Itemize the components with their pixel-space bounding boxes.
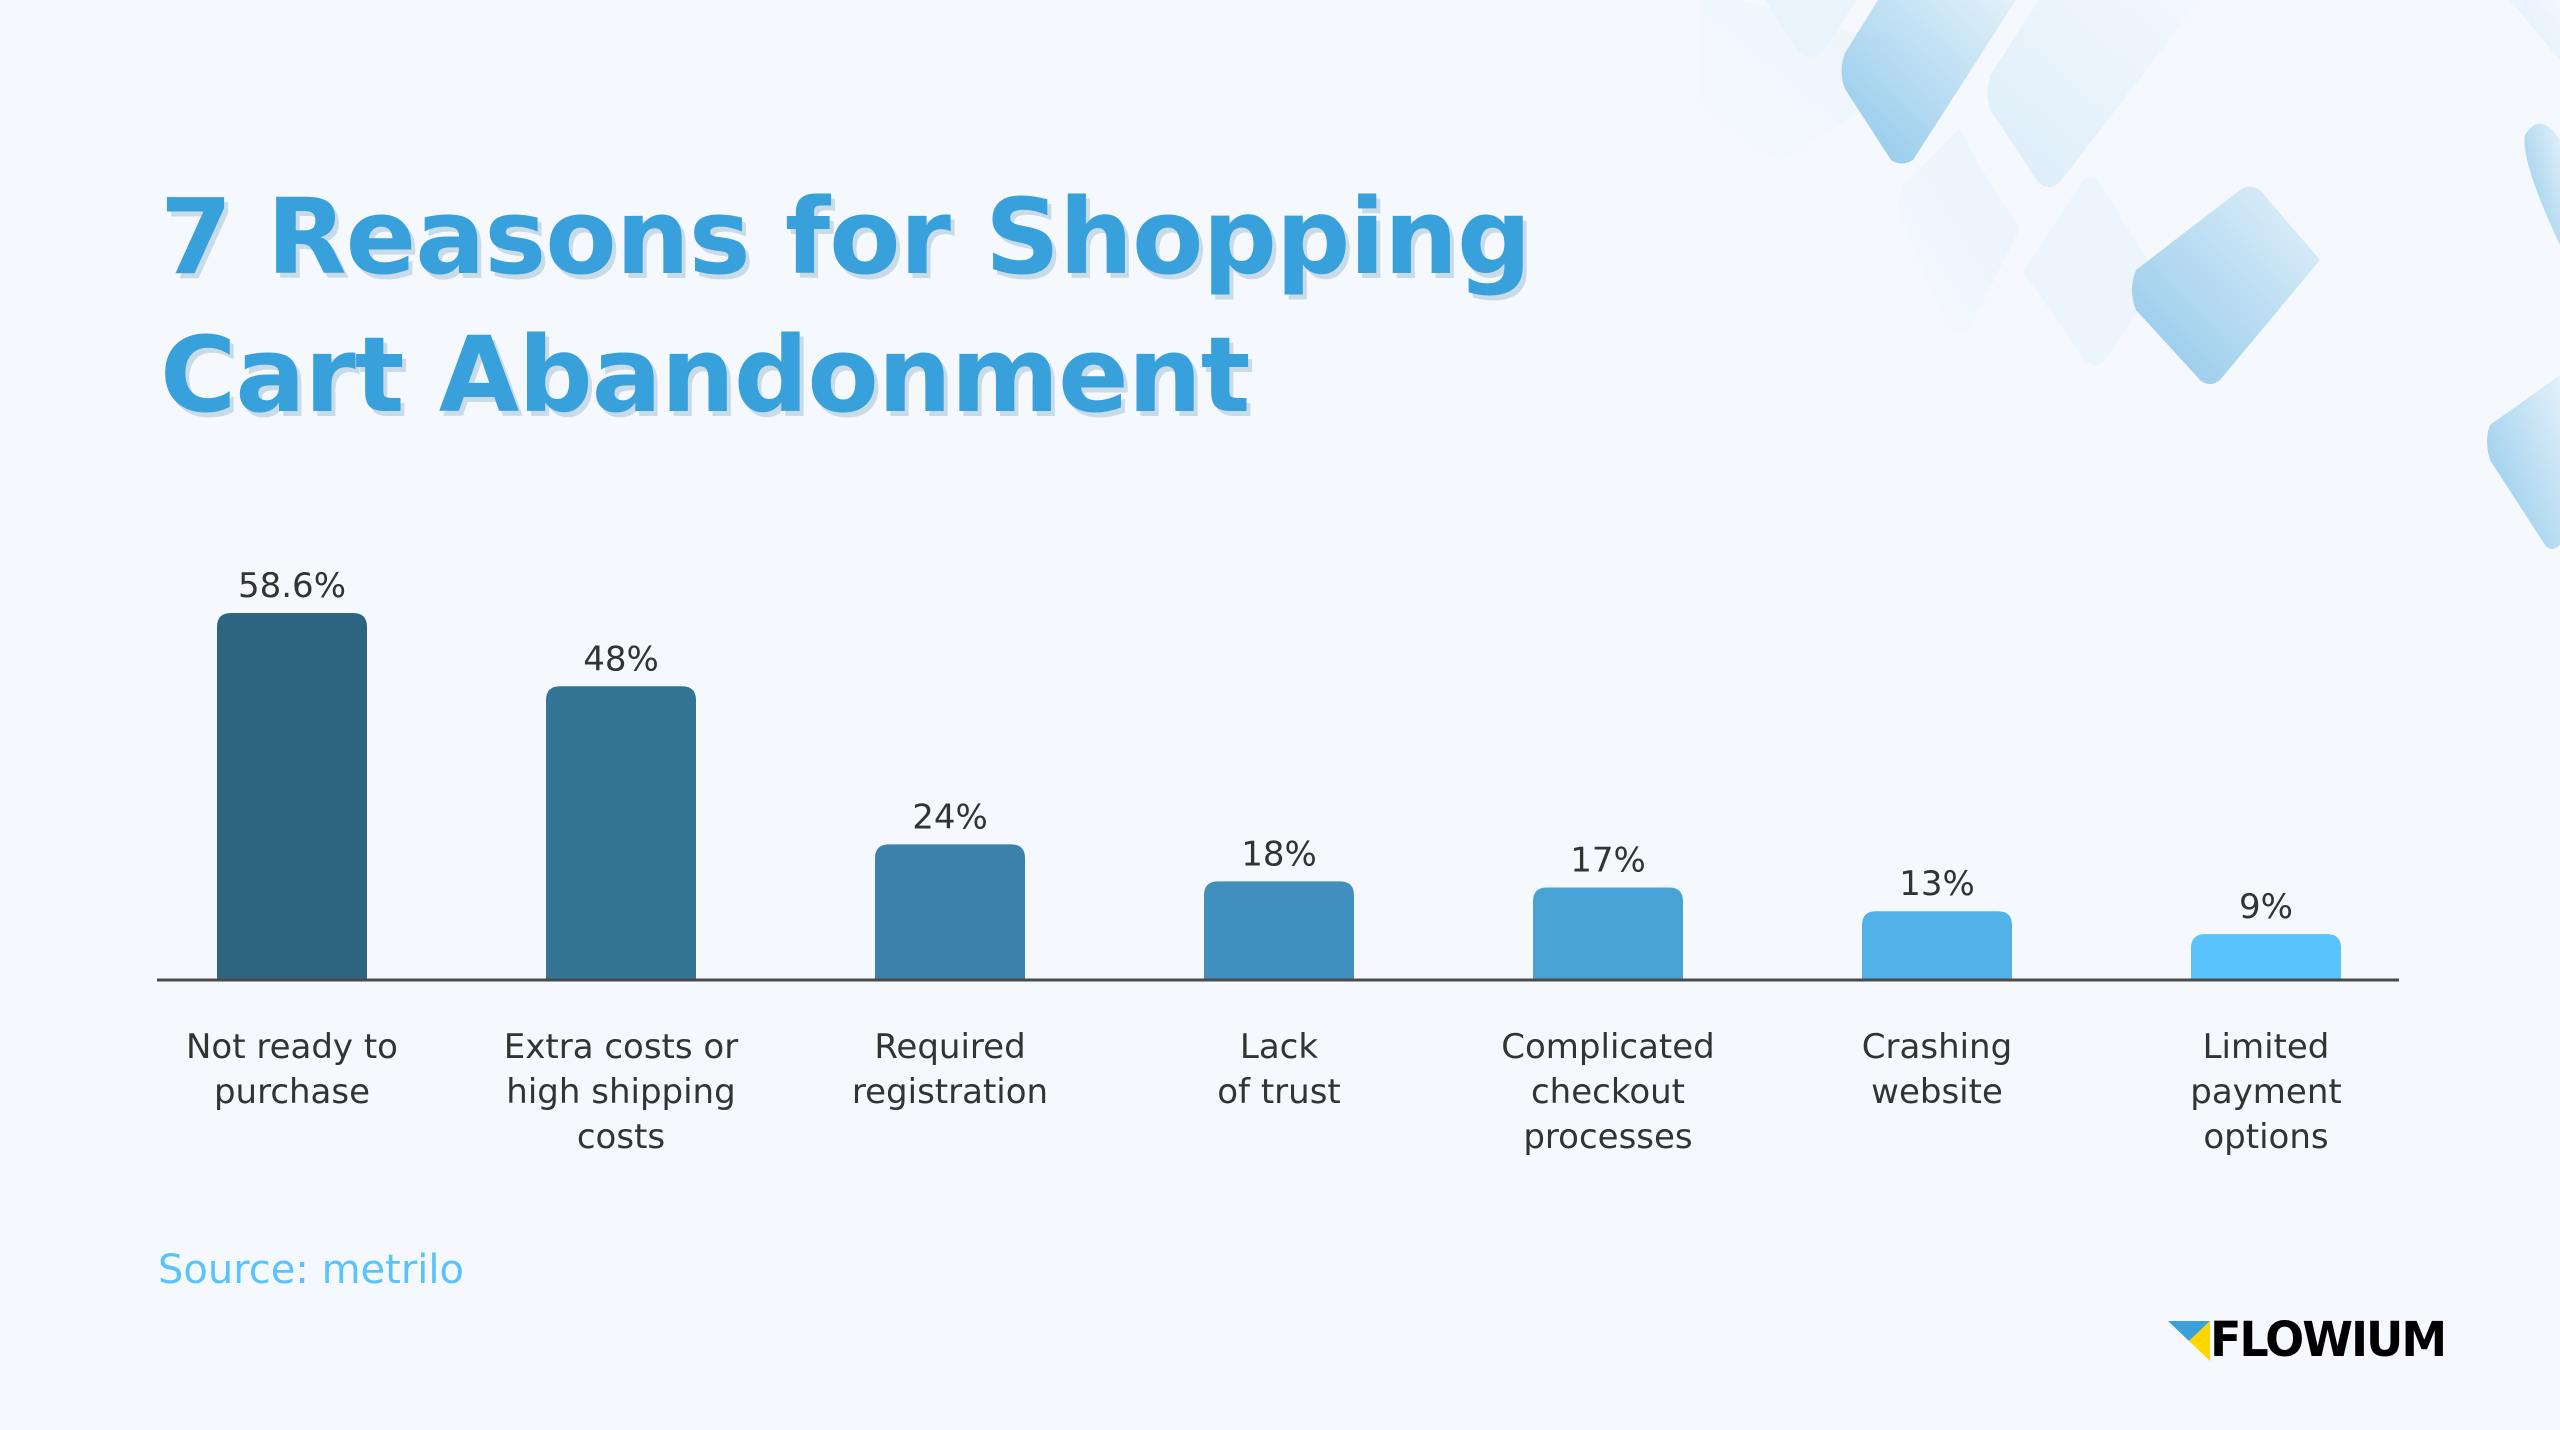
category-label-line: checkout [1531, 1072, 1685, 1112]
category-label-line: registration [852, 1072, 1048, 1112]
category-label-line: Complicated [1501, 1027, 1715, 1067]
bar-3 [875, 844, 1025, 979]
bars-group [217, 613, 2341, 979]
category-label-line: Limited [2203, 1027, 2330, 1067]
logo-wordmark: FLOWIUM [2210, 1310, 2447, 1368]
category-labels-group: Not ready to purchase Extra costs or high s… [186, 1027, 2342, 1157]
category-label-4: Lack of trust [1217, 1027, 1340, 1112]
value-label-4: 18% [1241, 834, 1317, 874]
category-label-line: Crashing [1862, 1027, 2012, 1067]
category-label-line: Lack [1240, 1027, 1318, 1067]
category-label-7: Limited payment options [2190, 1027, 2341, 1157]
bar-5 [1533, 887, 1683, 979]
bar-chart: 58.6% 48% 24% 18% 17% 13% 9% Not ready to purch… [157, 566, 2399, 1157]
value-label-1: 58.6% [238, 566, 346, 606]
category-label-3: Required registration [852, 1027, 1048, 1112]
flowium-logo: FLOWIUM [2168, 1310, 2447, 1368]
bar-6 [1862, 911, 2012, 979]
category-label-line: payment [2190, 1072, 2341, 1112]
category-label-line: Required [874, 1027, 1025, 1067]
category-label-line: high shipping [506, 1072, 735, 1112]
value-label-6: 13% [1899, 864, 1975, 904]
source-note: Source: metrilo [158, 1247, 464, 1293]
category-label-line: Extra costs or [504, 1027, 738, 1067]
category-label-line: Not ready to [186, 1027, 398, 1067]
bar-2 [546, 686, 696, 979]
category-label-line: purchase [214, 1072, 370, 1112]
category-label-5: Complicated checkout processes [1501, 1027, 1715, 1157]
bar-7 [2191, 934, 2341, 979]
value-label-5: 17% [1570, 840, 1646, 880]
flowium-triangle-logo-icon [2168, 1321, 2210, 1361]
category-label-line: website [1871, 1072, 2003, 1112]
value-label-7: 9% [2239, 887, 2293, 927]
category-label-6: Crashing website [1862, 1027, 2012, 1112]
category-label-1: Not ready to purchase [186, 1027, 398, 1112]
category-label-line: of trust [1217, 1072, 1340, 1112]
bar-1 [217, 613, 367, 979]
bar-4 [1204, 881, 1354, 979]
value-label-2: 48% [583, 639, 659, 679]
value-label-3: 24% [912, 797, 988, 837]
category-label-2: Extra costs or high shipping costs [504, 1027, 738, 1157]
category-label-line: costs [577, 1117, 665, 1157]
category-label-line: processes [1523, 1117, 1692, 1157]
category-label-line: options [2203, 1117, 2328, 1157]
